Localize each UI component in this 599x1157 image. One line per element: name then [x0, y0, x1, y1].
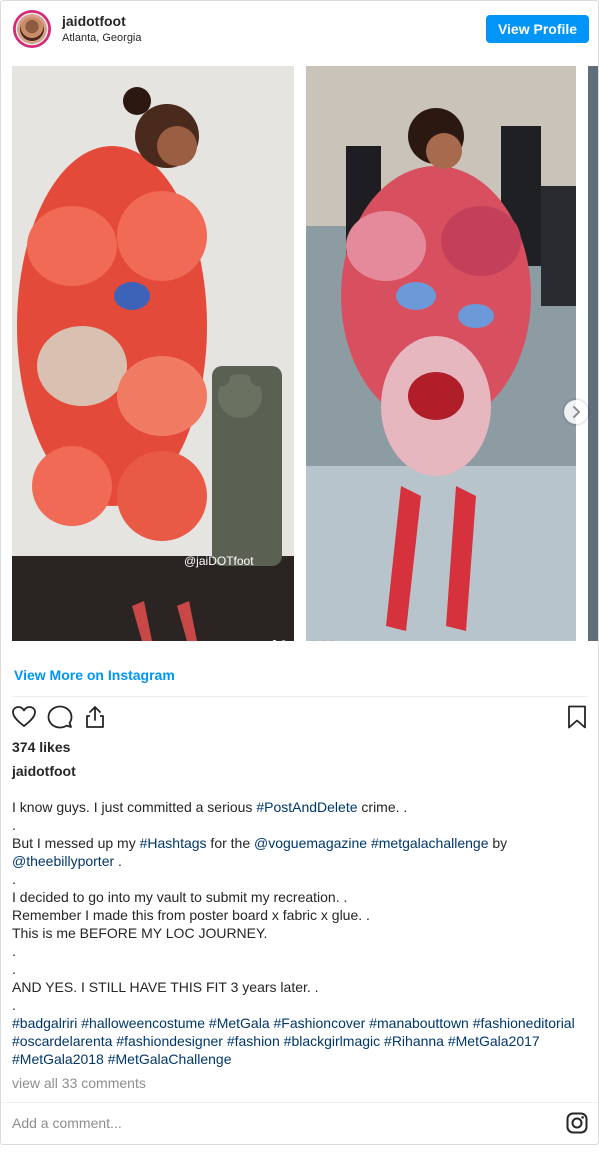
carousel-dot: [312, 640, 317, 641]
share-icon: [86, 706, 104, 728]
view-profile-button[interactable]: View Profile: [486, 15, 589, 43]
caption-text: for the: [206, 835, 255, 851]
caption-text: .: [12, 871, 16, 887]
carousel-next-button[interactable]: [564, 400, 588, 424]
avatar-photo: [20, 17, 44, 41]
caption-text: But I messed up my: [12, 835, 140, 851]
hashtag-link[interactable]: #Hashtags: [140, 835, 207, 851]
caption-text: .: [114, 853, 122, 869]
chevron-right-icon: [573, 406, 580, 418]
bookmark-icon: [568, 705, 586, 729]
like-button[interactable]: [11, 705, 37, 734]
like-count[interactable]: 374 likes: [12, 739, 70, 755]
hashtag-link[interactable]: #MetGalaChallenge: [108, 1051, 232, 1067]
mention-link[interactable]: @theebillyporter: [12, 853, 114, 869]
caption-text: I know guys. I just committed a serious: [12, 799, 257, 815]
header-username[interactable]: jaidotfoot: [62, 13, 126, 29]
photo-original-art: [306, 66, 576, 641]
caption-text: .: [12, 817, 16, 833]
hashtag-link[interactable]: #badgalriri: [12, 1015, 77, 1031]
carousel-dot: [321, 640, 326, 641]
header-location[interactable]: Atlanta, Georgia: [62, 32, 142, 44]
photo-recreation: @jaiDOTfoot: [12, 66, 294, 641]
view-all-comments-link[interactable]: view all 33 comments: [12, 1075, 146, 1091]
divider: [12, 696, 588, 697]
instagram-embed-card: jaidotfoot Atlanta, Georgia View Profile: [0, 0, 599, 1145]
avatar[interactable]: [13, 10, 51, 48]
hashtag-link[interactable]: #halloweencostume: [81, 1015, 205, 1031]
instagram-logo-link[interactable]: [566, 1112, 588, 1139]
carousel-dot: [281, 640, 286, 641]
carousel-dot: [330, 640, 335, 641]
comment-icon: [47, 705, 73, 729]
hashtag-link[interactable]: #PostAndDelete: [256, 799, 357, 815]
hashtag-link[interactable]: #Rihanna: [384, 1033, 444, 1049]
post-header: jaidotfoot Atlanta, Georgia View Profile: [1, 1, 598, 57]
hashtag-link[interactable]: #fashion: [227, 1033, 280, 1049]
hashtag-link[interactable]: #MetGala2018: [12, 1051, 104, 1067]
carousel-dot-active: [272, 640, 277, 641]
post-caption: I know guys. I just committed a serious …: [12, 798, 587, 1068]
post-media-carousel[interactable]: @jaiDOTfoot: [1, 58, 598, 650]
add-comment-input[interactable]: Add a comment...: [12, 1115, 122, 1131]
caption-text: .: [12, 961, 16, 977]
caption-text: This is me BEFORE MY LOC JOURNEY.: [12, 925, 268, 941]
carousel-indicator-2: [312, 632, 339, 641]
comment-button[interactable]: [47, 705, 73, 734]
photo-watermark: @jaiDOTfoot: [184, 554, 254, 568]
photo-next-peek: [588, 66, 598, 641]
hashtag-link[interactable]: #Fashioncover: [274, 1015, 366, 1031]
caption-text: .: [12, 997, 16, 1013]
mention-link[interactable]: @voguemagazine: [254, 835, 367, 851]
hashtag-link[interactable]: #fashioneditorial: [473, 1015, 575, 1031]
caption-text: by: [488, 835, 508, 851]
instagram-icon: [566, 1112, 588, 1134]
hashtag-link[interactable]: #manabouttown: [369, 1015, 469, 1031]
hashtag-link[interactable]: #fashiondesigner: [116, 1033, 223, 1049]
photo-original: [306, 66, 576, 641]
save-button[interactable]: [567, 705, 587, 734]
hashtag-link[interactable]: #blackgirlmagic: [284, 1033, 380, 1049]
heart-icon: [12, 706, 36, 727]
hashtag-link[interactable]: #metgalachallenge: [371, 835, 489, 851]
carousel-indicator: [272, 632, 290, 641]
share-button[interactable]: [84, 705, 106, 734]
caption-text: AND YES. I STILL HAVE THIS FIT 3 years l…: [12, 979, 319, 995]
view-more-link[interactable]: View More on Instagram: [14, 667, 175, 683]
caption-text: I decided to go into my vault to submit …: [12, 889, 348, 905]
hashtag-link[interactable]: #MetGala2017: [448, 1033, 540, 1049]
hashtag-link[interactable]: #MetGala: [209, 1015, 270, 1031]
caption-text: Remember I made this from poster board x…: [12, 907, 370, 923]
hashtag-link[interactable]: #oscardelarenta: [12, 1033, 112, 1049]
caption-text: .: [12, 943, 16, 959]
caption-username[interactable]: jaidotfoot: [12, 763, 76, 779]
caption-text: crime. .: [357, 799, 408, 815]
